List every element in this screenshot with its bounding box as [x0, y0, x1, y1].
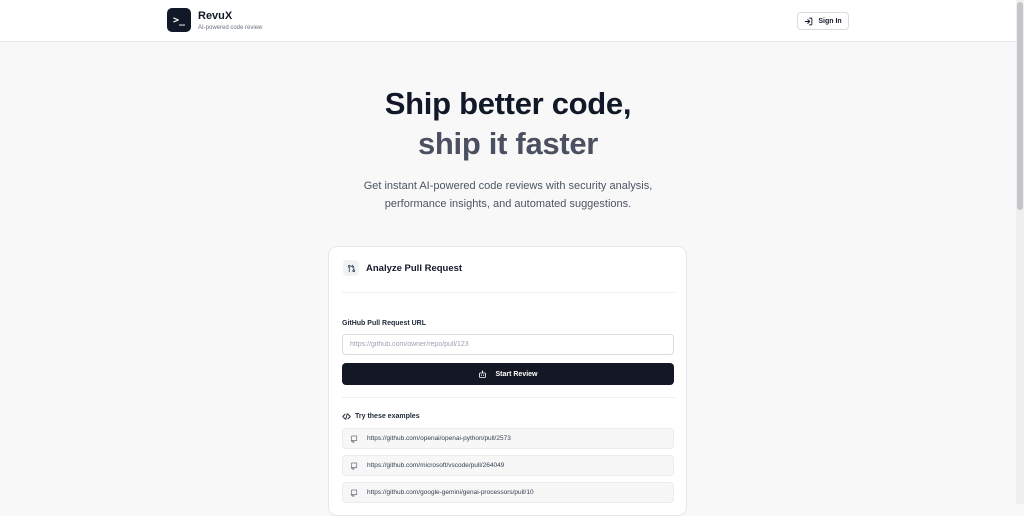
examples-divider — [342, 397, 675, 398]
analyze-pr-card: Analyze Pull Request GitHub Pull Request… — [328, 246, 687, 516]
hero-title-line-1: Ship better code, — [384, 86, 632, 121]
terminal-logo-icon[interactable]: >_ — [167, 8, 191, 32]
sign-in-button[interactable]: Sign In — [797, 12, 849, 30]
hero-subtitle-line-1: Get instant AI-powered code reviews with… — [363, 180, 653, 192]
brand-name[interactable]: RevuX — [198, 10, 232, 22]
top-header: >_ RevuX AI-powered code review Sign In — [0, 0, 1016, 42]
start-review-button[interactable]: Start Review — [342, 363, 674, 385]
hero-subtitle-line-2: performance insights, and automated sugg… — [384, 198, 632, 210]
hero-title-line-2: ship it faster — [417, 126, 599, 161]
repo-icon — [350, 435, 358, 443]
bot-icon — [478, 370, 487, 379]
pr-url-label: GitHub Pull Request URL — [342, 320, 426, 327]
git-pull-request-icon — [343, 260, 359, 276]
examples-heading: Try these examples — [342, 412, 420, 421]
brand-tagline: AI-powered code review — [198, 25, 263, 31]
example-url: https://github.com/openai/openai-python/… — [367, 435, 511, 442]
pr-url-input[interactable] — [342, 334, 674, 355]
code-icon — [342, 412, 351, 421]
repo-icon — [350, 489, 358, 497]
card-header-divider — [342, 292, 675, 293]
login-icon — [804, 17, 813, 26]
examples-heading-label: Try these examples — [355, 413, 420, 420]
example-link[interactable]: https://github.com/microsoft/vscode/pull… — [342, 455, 674, 476]
page-scrollbar-thumb[interactable] — [1017, 2, 1023, 210]
start-review-label: Start Review — [495, 370, 538, 378]
example-url: https://github.com/microsoft/vscode/pull… — [367, 462, 505, 469]
example-link[interactable]: https://github.com/google-gemini/genai-p… — [342, 482, 674, 503]
example-link[interactable]: https://github.com/openai/openai-python/… — [342, 428, 674, 449]
card-title: Analyze Pull Request — [366, 263, 463, 274]
example-url: https://github.com/google-gemini/genai-p… — [367, 489, 534, 496]
sign-in-label: Sign In — [818, 17, 842, 25]
repo-icon — [350, 462, 358, 470]
